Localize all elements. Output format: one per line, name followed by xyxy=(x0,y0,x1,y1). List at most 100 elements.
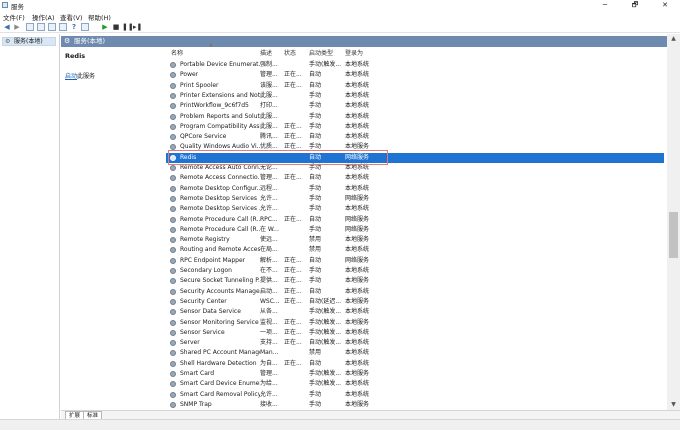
service-row[interactable]: Smart Card 管理... 手动(触发... 本地服务 xyxy=(166,369,664,379)
scroll-down-icon[interactable]: ▼ xyxy=(667,400,680,410)
play-icon[interactable]: ▶ xyxy=(101,23,109,31)
service-name: Remote Desktop Services xyxy=(180,194,258,202)
service-row[interactable]: Secondary Logon 在不... 正在... 手动 本地系统 xyxy=(166,266,664,276)
service-status: 正在... xyxy=(284,122,302,130)
service-log-on-as: 本地系统 xyxy=(345,61,370,68)
service-row[interactable]: Sensor Data Service 从各... 手动(触发... 本地系统 xyxy=(166,307,664,317)
service-description: 监视... xyxy=(260,318,278,326)
service-row[interactable]: Remote Procedure Call (R... RPC... 正在... 自动… xyxy=(166,215,664,225)
gear-icon xyxy=(170,123,176,130)
start-service-suffix: 此服务 xyxy=(77,73,96,80)
gear-icon: ⚙ xyxy=(64,37,71,45)
service-row[interactable]: Power 管理... 正在... 自动 本地系统 xyxy=(166,70,664,80)
export-icon[interactable] xyxy=(59,23,67,31)
service-row[interactable]: Secure Socket Tunneling P... 提供... 正在... 手动… xyxy=(166,276,664,286)
selection-highlight-box xyxy=(168,150,388,165)
show-tree-icon[interactable] xyxy=(26,23,34,31)
tree-pane: ⚙ 服务(本地) xyxy=(0,34,60,419)
scroll-up-icon[interactable]: ▲ xyxy=(667,34,680,44)
service-row[interactable]: Remote Procedure Call (R... 在 W... 手动 网络服务 xyxy=(166,225,664,235)
service-description: 为给... xyxy=(260,380,278,388)
service-status: 正在... xyxy=(284,267,302,274)
service-log-on-as: 本地服务 xyxy=(345,297,370,305)
service-status: 正在... xyxy=(284,277,302,285)
tree-item-services-local[interactable]: ⚙ 服务(本地) xyxy=(2,37,56,46)
service-log-on-as: 本地服务 xyxy=(345,277,370,285)
gear-icon xyxy=(170,103,176,110)
service-row[interactable]: Program Compatibility Assi... 此服... 正在... 手… xyxy=(166,122,664,132)
help-icon[interactable]: ? xyxy=(70,23,78,31)
column-startup-type[interactable]: 启动类型 xyxy=(309,49,333,59)
start-service-link[interactable]: 启动 xyxy=(65,73,77,80)
service-description: 在不... xyxy=(260,267,278,274)
vertical-scrollbar[interactable]: ▲ ▼ xyxy=(667,34,680,410)
service-startup-type: 自动(触发... xyxy=(309,339,342,347)
restart-icon[interactable]: ▸❚ xyxy=(133,23,142,31)
service-row[interactable]: Security Accounts Manager 启动... 正在... 自动 本地系… xyxy=(166,287,664,297)
service-row[interactable]: Security Center WSC... 正在... 自动(延迟... 本地服务 xyxy=(166,297,664,307)
gear-icon xyxy=(170,381,176,388)
column-log-on-as[interactable]: 登录为 xyxy=(345,49,363,59)
service-row[interactable]: Remote Desktop Services ... 允许... 手动 本地系统 xyxy=(166,204,664,214)
service-row[interactable]: Routing and Remote Access 在局... 禁用 本地系统 xyxy=(166,245,664,255)
service-row[interactable]: Sensor Service 一项... 正在... 手动(触发... 本地系统 xyxy=(166,328,664,338)
scroll-thumb[interactable] xyxy=(669,212,678,258)
service-description: 提供... xyxy=(260,277,278,285)
maximize-button[interactable]: 🗗 xyxy=(620,0,650,11)
pause-icon[interactable]: ❚❚ xyxy=(122,23,134,31)
service-name: Smart Card Device Enumer... xyxy=(180,380,260,388)
service-name: Remote Desktop Configur... xyxy=(180,184,260,192)
console-icon[interactable] xyxy=(37,23,45,31)
column-status[interactable]: 状态 xyxy=(284,49,296,59)
service-row[interactable]: Shell Hardware Detection 为自... 正在... 自动 本地系统 xyxy=(166,359,664,369)
title-bar: 服务 ─ 🗗 ✕ xyxy=(0,0,680,11)
refresh-icon[interactable] xyxy=(48,23,56,31)
service-row[interactable]: Printer Extensions and Noti... 此服... 手动 本地系… xyxy=(166,91,664,101)
service-row[interactable]: Problem Reports and Solut... 此服... 手动 本地系统 xyxy=(166,112,664,122)
service-name: Problem Reports and Solut... xyxy=(180,112,260,120)
service-row[interactable]: Sensor Monitoring Service 监视... 正在... 手动(触发… xyxy=(166,318,664,328)
service-row[interactable]: Remote Access Connectio... 管理... 正在... 自动 本地… xyxy=(166,173,664,183)
service-startup-type: 自动 xyxy=(309,133,322,141)
service-description: 在 W... xyxy=(260,225,279,233)
service-description: 管理... xyxy=(260,71,278,79)
service-description: 允许... xyxy=(260,194,278,202)
service-row[interactable]: Server 支持... 正在... 自动(触发... 本地系统 xyxy=(166,338,664,348)
properties-icon[interactable] xyxy=(81,23,89,31)
column-description[interactable]: 描述 xyxy=(260,49,272,59)
service-description: 此服... xyxy=(260,122,278,130)
service-row[interactable]: Shared PC Account Manager Man... 禁用 本地系统 xyxy=(166,348,664,358)
gear-icon xyxy=(170,371,176,377)
service-status: 正在... xyxy=(284,133,302,141)
service-row[interactable]: Smart Card Removal Policy 允许... 手动 本地系统 xyxy=(166,390,664,400)
back-arrow-icon[interactable]: ◀ xyxy=(3,23,11,31)
service-row[interactable]: RPC Endpoint Mapper 解析... 正在... 自动 网络服务 xyxy=(166,256,664,266)
service-startup-type: 自动(延迟... xyxy=(309,297,342,305)
forward-arrow-icon[interactable]: ▶ xyxy=(13,23,21,31)
minimize-button[interactable]: ─ xyxy=(590,0,620,11)
service-row[interactable]: Remote Desktop Services 允许... 手动 网络服务 xyxy=(166,194,664,204)
service-row[interactable]: PrintWorkflow_9c6f7d5 打印... 手动 本地系统 xyxy=(166,101,664,111)
service-row[interactable]: Smart Card Device Enumer... 为给... 手动(触发...… xyxy=(166,379,664,389)
gear-icon xyxy=(170,134,176,141)
service-startup-type: 手动 xyxy=(309,112,322,120)
service-description: 腾讯... xyxy=(260,133,278,141)
service-startup-type: 手动(触发... xyxy=(309,380,342,388)
service-row[interactable]: Remote Desktop Configur... 远程... 手动 本地系统 xyxy=(166,184,664,194)
service-name: Remote Procedure Call (R... xyxy=(180,215,260,223)
service-row[interactable]: SNMP Trap 接收... 手动 本地服务 xyxy=(166,400,664,410)
service-row[interactable]: Print Spooler 该服... 正在... 自动 本地系统 xyxy=(166,81,664,91)
service-description: 允许... xyxy=(260,205,278,213)
service-status: 正在... xyxy=(284,359,302,367)
column-name[interactable]: 名称 xyxy=(171,49,183,59)
service-name: Sensor Monitoring Service xyxy=(180,318,259,326)
service-row[interactable]: Remote Registry 使远... 禁用 本地服务 xyxy=(166,235,664,245)
services-list: Portable Device Enumerat... 强制... 手动(触发...… xyxy=(166,60,664,422)
service-status: 正在... xyxy=(284,81,302,89)
service-row[interactable]: Portable Device Enumerat... 强制... 手动(触发...… xyxy=(166,60,664,70)
service-startup-type: 手动 xyxy=(309,390,322,398)
service-startup-type: 手动(触发... xyxy=(309,370,342,377)
stop-icon[interactable]: ■ xyxy=(112,23,120,31)
close-button[interactable]: ✕ xyxy=(650,0,680,11)
service-row[interactable]: QPCore Service 腾讯... 正在... 自动 本地系统 xyxy=(166,132,664,142)
